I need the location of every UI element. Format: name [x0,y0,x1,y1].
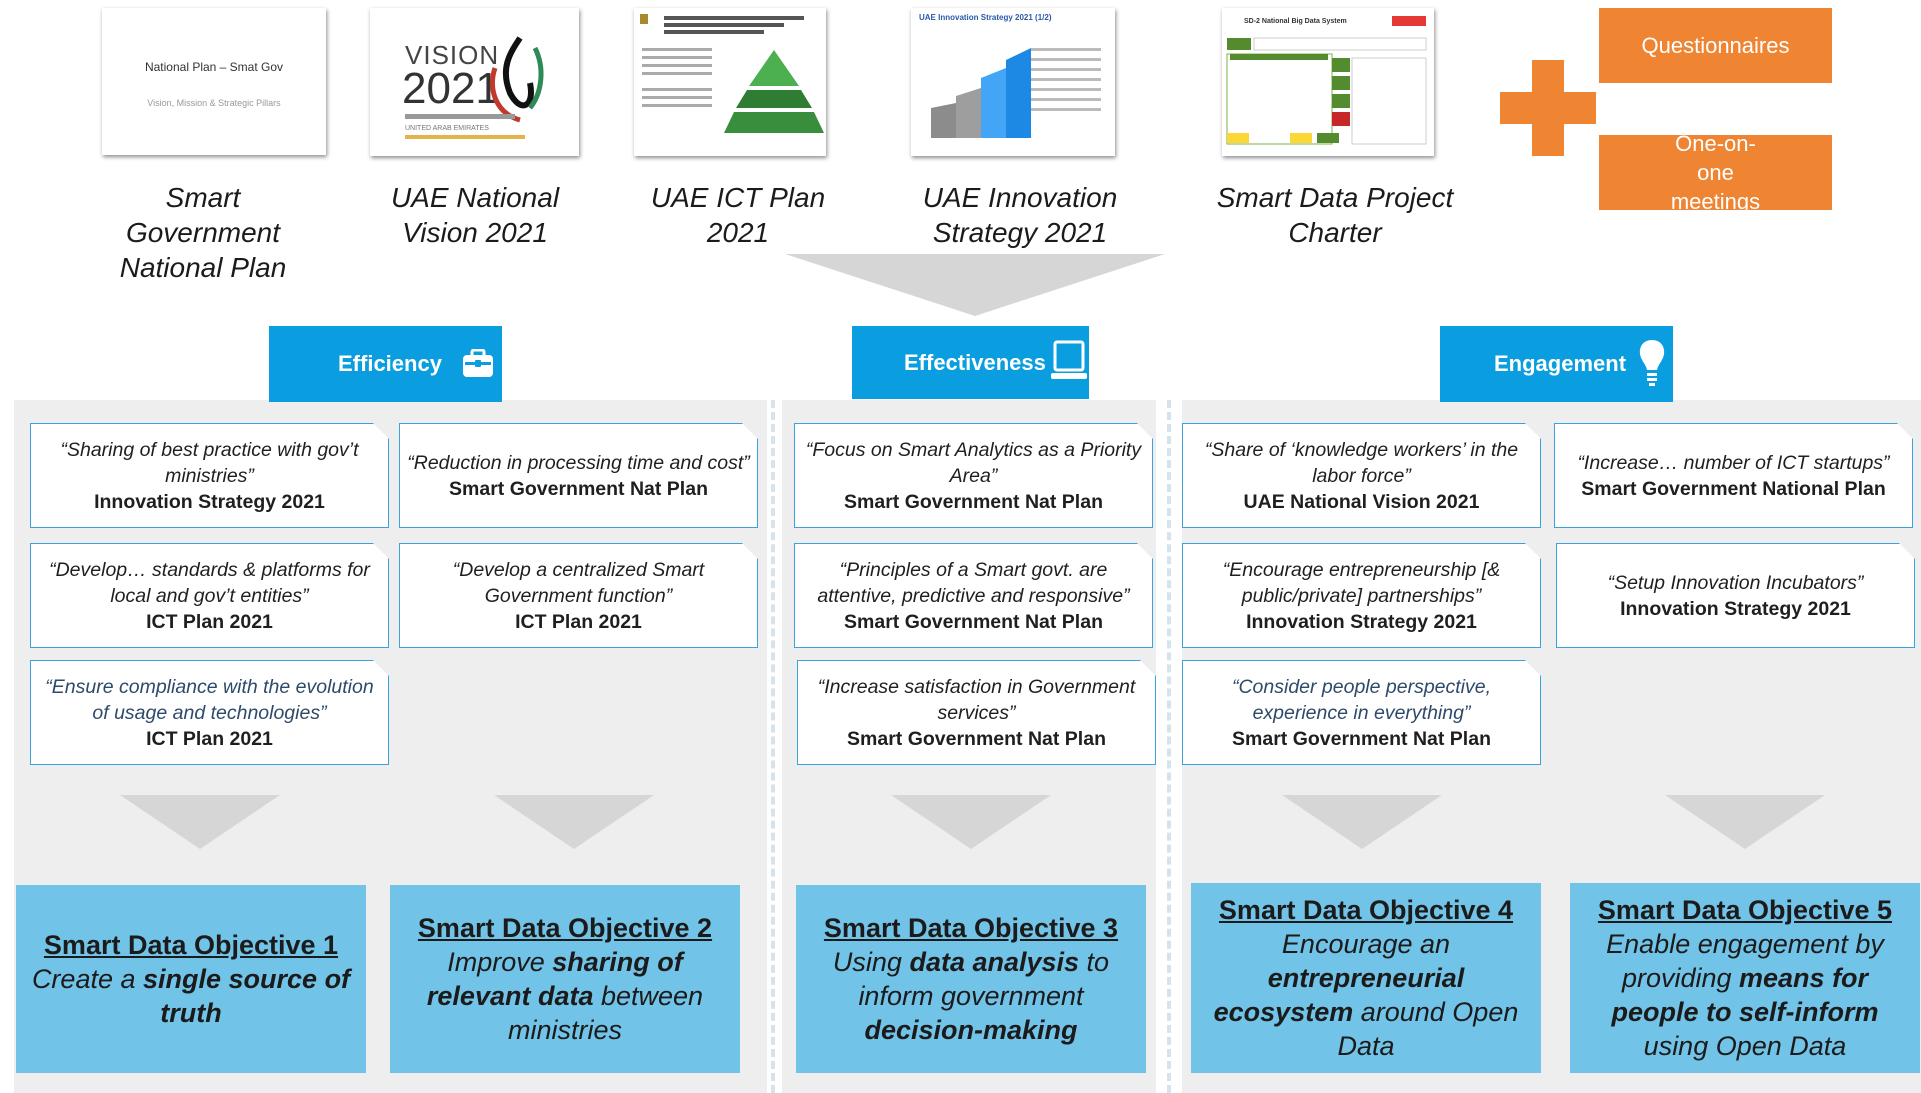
objective-description: Create a single source of truth [31,964,351,1028]
objective-box-2: Smart Data Objective 2 Improve sharing o… [390,885,740,1073]
panel-divider [771,400,775,1093]
quote-source: Smart Government Nat Plan [847,727,1106,750]
down-arrow [120,795,280,849]
quote-text: “Share of ‘knowledge workers’ in the lab… [1204,438,1519,487]
theme-effectiveness: Effectiveness [852,326,1089,399]
quote-text: “Increase… number of ICT startups” [1577,451,1890,474]
down-arrow [494,795,654,849]
thumbnail-ict-plan [634,8,826,156]
laptop-icon [1051,340,1087,379]
thumbnail-smart-gov-plan: National Plan – Smat Gov Vision, Mission… [102,8,326,155]
plus-icon [1500,60,1596,156]
objective-description: Encourage an entrepreneurial ecosystem a… [1213,929,1519,1061]
quote-source: Innovation Strategy 2021 [94,490,325,513]
merge-arrow [785,254,1165,316]
quote-source: Smart Government Nat Plan [449,477,708,500]
quote-card: “Sharing of best practice with gov’t min… [30,423,389,528]
objective-title: Smart Data Objective 5 [1597,895,1893,925]
theme-engagement: Engagement [1440,326,1673,402]
vision-logo-year: 2021 [402,64,500,113]
meetings-box: One-on-one meetings [1599,131,1832,214]
quote-source: ICT Plan 2021 [146,610,273,633]
quote-source: Smart Government National Plan [1581,477,1886,500]
objective-description: Enable engagement by providing means for… [1606,929,1884,1061]
quote-card: “Principles of a Smart govt. are attenti… [794,543,1153,648]
quote-card: “Reduction in processing time and cost” … [399,423,758,528]
objective-title: Smart Data Objective 1 [43,930,339,960]
quote-card: “Develop… standards & platforms for loca… [30,543,389,648]
objective-box-1: Smart Data Objective 1 Create a single s… [16,885,366,1073]
lightbulb-icon [1639,340,1665,386]
objective-box-4: Smart Data Objective 4 Encourage an entr… [1191,883,1541,1073]
thumbnail-vision-2021: VISION 2021 UNITED ARAB EMIRATES [370,8,579,156]
quote-card: “Increase satisfaction in Government ser… [797,660,1156,765]
quote-source: Innovation Strategy 2021 [1620,597,1851,620]
quote-card: “Setup Innovation Incubators” Innovation… [1556,543,1915,648]
down-arrow [1282,795,1442,849]
charter-table [1226,16,1427,145]
source-label-project-charter: Smart Data Project Charter [1216,182,1454,248]
thumbnail-project-charter: SD-2 National Big Data System [1222,8,1434,156]
source-label-ict-plan: UAE ICT Plan 2021 [650,182,826,248]
down-arrow [891,795,1051,849]
theme-label: Efficiency [338,351,442,376]
quote-text: “Setup Innovation Incubators” [1607,571,1864,594]
quote-source: Smart Government Nat Plan [844,490,1103,513]
ict-plan-pyramid [640,14,824,133]
panel-divider [1167,400,1171,1093]
objective-description: Improve sharing of relevant data between… [426,947,704,1045]
quote-text: “Develop a centralized Smart Government … [452,558,705,607]
objective-title: Smart Data Objective 3 [823,913,1119,943]
objective-title: Smart Data Objective 4 [1218,895,1514,925]
quote-card: “Ensure compliance with the evolution of… [30,660,389,765]
vision-logo-country: UNITED ARAB EMIRATES [405,125,489,132]
theme-label: Engagement [1494,351,1627,376]
quote-text: “Ensure compliance with the evolution of… [45,675,374,724]
quote-card: “Consider people perspective, experience… [1182,660,1541,765]
thumbnail-innovation-strategy: UAE Innovation Strategy 2021 (1/2) [911,8,1115,156]
quote-text: “Focus on Smart Analytics as a Priority … [805,438,1142,487]
quote-card: “Develop a centralized Smart Government … [399,543,758,648]
quote-text: “Develop… standards & platforms for loca… [49,558,370,607]
source-label-innovation-strategy: UAE Innovation Strategy 2021 [922,182,1118,248]
objective-title: Smart Data Objective 2 [417,913,713,943]
quote-source: ICT Plan 2021 [146,727,273,750]
source-label-smart-gov-plan: Smart Government National Plan [119,182,287,283]
quote-card: “Encourage entrepreneurship [& public/pr… [1182,543,1541,648]
briefcase-icon [463,349,493,377]
source-label-vision-2021: UAE National Vision 2021 [390,182,560,248]
questionnaires-box: Questionnaires [1599,8,1832,83]
theme-efficiency: Efficiency [269,326,502,402]
quote-text: “Consider people perspective, experience… [1231,675,1492,724]
innovation-staircase [931,48,1101,138]
objective-box-3: Smart Data Objective 3 Using data analys… [796,885,1146,1073]
quote-source: UAE National Vision 2021 [1243,490,1480,513]
quote-text: “Encourage entrepreneurship [& public/pr… [1222,558,1501,607]
thumb-title: National Plan – Smat Gov [144,60,284,74]
quote-card: “Increase… number of ICT startups” Smart… [1554,423,1913,528]
quote-source: Innovation Strategy 2021 [1246,610,1477,633]
quote-text: “Increase satisfaction in Government ser… [817,675,1136,724]
quote-source: Smart Government Nat Plan [844,610,1103,633]
quote-text: “Principles of a Smart govt. are attenti… [817,558,1130,607]
objective-box-5: Smart Data Objective 5 Enable engagement… [1570,883,1920,1073]
quote-text: “Sharing of best practice with gov’t min… [60,438,359,487]
vision-2021-logo: VISION 2021 UNITED ARAB EMIRATES [402,36,544,139]
quote-source: Smart Government Nat Plan [1232,727,1491,750]
objective-description: Using data analysis to inform government… [832,947,1110,1045]
quote-card: “Share of ‘knowledge workers’ in the lab… [1182,423,1541,528]
down-arrow [1665,795,1825,849]
theme-label: Effectiveness [904,349,1046,375]
quote-card: “Focus on Smart Analytics as a Priority … [794,423,1153,528]
quote-source: ICT Plan 2021 [515,610,642,633]
quote-text: “Reduction in processing time and cost” [407,451,750,474]
thumb-subtitle: Vision, Mission & Strategic Pillars [147,98,281,108]
